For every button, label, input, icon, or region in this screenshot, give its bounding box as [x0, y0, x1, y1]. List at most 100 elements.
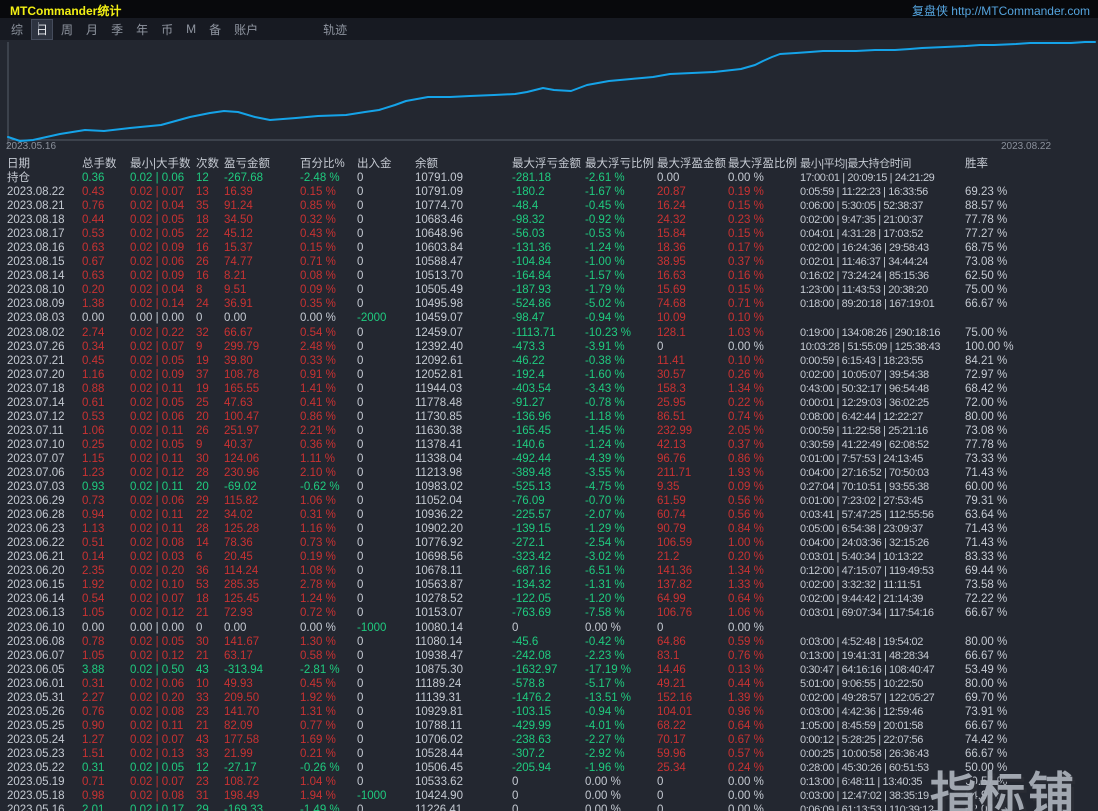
cell-5: 1.41 % [300, 382, 357, 396]
table-row[interactable]: 2023.06.053.880.02 | 0.5043-313.94-2.81 … [0, 663, 1098, 677]
table-row[interactable]: 2023.07.071.150.02 | 0.1130124.061.11 %0… [0, 452, 1098, 466]
table-row[interactable]: 2023.08.220.430.02 | 0.071316.390.15 %01… [0, 185, 1098, 199]
table-row[interactable]: 持仓0.360.02 | 0.0612-267.68-2.48 %010791.… [0, 171, 1098, 185]
table-row[interactable]: 2023.07.120.530.02 | 0.0620100.470.86 %0… [0, 410, 1098, 424]
cell-5: 0.08 % [300, 269, 357, 283]
cell-9: -1.60 % [585, 368, 657, 382]
tab-周[interactable]: 周 [56, 19, 78, 40]
tab-年[interactable]: 年 [131, 19, 153, 40]
cell-0: 2023.08.09 [7, 297, 82, 311]
cell-4: 230.96 [224, 466, 300, 480]
cell-4: -69.02 [224, 480, 300, 494]
cell-0: 2023.07.26 [7, 340, 82, 354]
cell-7: 10495.98 [415, 297, 512, 311]
cell-1: 1.38 [82, 297, 130, 311]
table-row[interactable]: 2023.06.290.730.02 | 0.0629115.821.06 %0… [0, 494, 1098, 508]
table-row[interactable]: 2023.08.180.440.02 | 0.051834.500.32 %01… [0, 213, 1098, 227]
cell-9: -1.45 % [585, 424, 657, 438]
table-row[interactable]: 2023.08.140.630.02 | 0.09168.210.08 %010… [0, 269, 1098, 283]
cell-10: 158.3 [657, 382, 728, 396]
cell-2: 0.02 | 0.09 [130, 368, 196, 382]
tab-日[interactable]: 日 [31, 19, 53, 40]
cell-0: 2023.08.18 [7, 213, 82, 227]
cell-4: 39.80 [224, 354, 300, 368]
cell-1: 0.76 [82, 705, 130, 719]
tab-综[interactable]: 综 [6, 19, 28, 40]
cell-3: 16 [196, 269, 224, 283]
table-row[interactable]: 2023.07.030.930.02 | 0.1120-69.02-0.62 %… [0, 480, 1098, 494]
cell-12: 0:04:00 | 27:16:52 | 70:50:03 [800, 466, 965, 480]
cell-13: 73.08 % [965, 255, 1098, 269]
table-row[interactable]: 2023.07.260.340.02 | 0.079299.792.48 %01… [0, 340, 1098, 354]
table-row[interactable]: 2023.06.071.050.02 | 0.122163.170.58 %01… [0, 649, 1098, 663]
table-row[interactable]: 2023.05.260.760.02 | 0.0823141.701.31 %0… [0, 705, 1098, 719]
cell-5: 0.15 % [300, 185, 357, 199]
table-row[interactable]: 2023.06.140.540.02 | 0.0718125.451.24 %0… [0, 592, 1098, 606]
table-row[interactable]: 2023.06.280.940.02 | 0.112234.020.31 %01… [0, 508, 1098, 522]
table-row[interactable]: 2023.08.210.760.02 | 0.043591.240.85 %01… [0, 199, 1098, 213]
table-row[interactable]: 2023.08.030.000.00 | 0.0000.000.00 %-200… [0, 311, 1098, 325]
tab-账户[interactable]: 账户 [229, 19, 263, 40]
cell-4: 16.39 [224, 185, 300, 199]
table-row[interactable]: 2023.05.241.270.02 | 0.0743177.581.69 %0… [0, 733, 1098, 747]
table-row[interactable]: 2023.07.140.610.02 | 0.052547.630.41 %01… [0, 396, 1098, 410]
table-row[interactable]: 2023.05.250.900.02 | 0.112182.090.77 %01… [0, 719, 1098, 733]
tab-月[interactable]: 月 [81, 19, 103, 40]
table-row[interactable]: 2023.06.202.350.02 | 0.2036114.241.08 %0… [0, 564, 1098, 578]
table-row[interactable]: 2023.06.210.140.02 | 0.03620.450.19 %010… [0, 550, 1098, 564]
cell-12: 0:43:00 | 50:32:17 | 96:54:48 [800, 382, 965, 396]
title-bar: MTCommander统计 复盘侠 http://MTCommander.com [0, 0, 1098, 18]
cell-0: 2023.08.14 [7, 269, 82, 283]
table-row[interactable]: 2023.06.080.780.02 | 0.0530141.671.30 %0… [0, 635, 1098, 649]
table-row[interactable]: 2023.07.180.880.02 | 0.1119165.551.41 %0… [0, 382, 1098, 396]
table-row[interactable]: 2023.08.160.630.02 | 0.091615.370.15 %01… [0, 241, 1098, 255]
table-row[interactable]: 2023.07.100.250.02 | 0.05940.370.36 %011… [0, 438, 1098, 452]
table-row[interactable]: 2023.07.061.230.02 | 0.1228230.962.10 %0… [0, 466, 1098, 480]
tab-备[interactable]: 备 [204, 19, 226, 40]
tab-M[interactable]: M [181, 20, 201, 38]
cell-6: 0 [357, 733, 415, 747]
table-row[interactable]: 2023.08.091.380.02 | 0.142436.910.35 %01… [0, 297, 1098, 311]
cell-0: 2023.07.07 [7, 452, 82, 466]
cell-8: -578.8 [512, 677, 585, 691]
table-row[interactable]: 2023.06.151.920.02 | 0.1053285.352.78 %0… [0, 578, 1098, 592]
brand-link[interactable]: 复盘侠 http://MTCommander.com [912, 2, 1090, 19]
table-row[interactable]: 2023.08.100.200.02 | 0.0489.510.09 %0105… [0, 283, 1098, 297]
table-row[interactable]: 2023.08.150.670.02 | 0.062674.770.71 %01… [0, 255, 1098, 269]
table-row[interactable]: 2023.07.111.060.02 | 0.1126251.972.21 %0… [0, 424, 1098, 438]
table-row[interactable]: 2023.05.312.270.02 | 0.2033209.501.92 %0… [0, 691, 1098, 705]
table-row[interactable]: 2023.06.220.510.02 | 0.081478.360.73 %01… [0, 536, 1098, 550]
cell-12: 0:06:00 | 5:30:05 | 52:38:37 [800, 199, 965, 213]
cell-5: 1.30 % [300, 635, 357, 649]
tab-币[interactable]: 币 [156, 19, 178, 40]
cell-12: 0:02:00 | 3:32:32 | 11:11:51 [800, 578, 965, 592]
cell-2: 0.02 | 0.11 [130, 522, 196, 536]
table-row[interactable]: 2023.06.100.000.00 | 0.0000.000.00 %-100… [0, 621, 1098, 635]
table-row[interactable]: 2023.07.201.160.02 | 0.0937108.780.91 %0… [0, 368, 1098, 382]
cell-4: 34.02 [224, 508, 300, 522]
cell-9: -10.23 % [585, 326, 657, 340]
table-row[interactable]: 2023.08.022.740.02 | 0.223266.670.54 %01… [0, 326, 1098, 340]
table-row[interactable]: 2023.07.210.450.02 | 0.051939.800.33 %01… [0, 354, 1098, 368]
table-row[interactable]: 2023.06.131.050.02 | 0.122172.930.72 %01… [0, 606, 1098, 620]
cell-9: -4.01 % [585, 719, 657, 733]
column-header-11: 最大浮盈比例 [728, 157, 800, 171]
cell-2: 0.02 | 0.22 [130, 326, 196, 340]
cell-5: 0.77 % [300, 719, 357, 733]
cell-0: 2023.08.02 [7, 326, 82, 340]
cell-13: 83.33 % [965, 550, 1098, 564]
cell-4: 108.78 [224, 368, 300, 382]
table-row[interactable]: 2023.06.010.310.02 | 0.061049.930.45 %01… [0, 677, 1098, 691]
table-row[interactable]: 2023.06.231.130.02 | 0.1128125.281.16 %0… [0, 522, 1098, 536]
cell-2: 0.02 | 0.06 [130, 255, 196, 269]
cell-2: 0.02 | 0.12 [130, 466, 196, 480]
cell-0: 2023.08.10 [7, 283, 82, 297]
cell-0: 2023.07.14 [7, 396, 82, 410]
table-row[interactable]: 2023.08.170.530.02 | 0.052245.120.43 %01… [0, 227, 1098, 241]
cell-3: 21 [196, 649, 224, 663]
tab-轨迹[interactable]: 轨迹 [318, 19, 352, 40]
cell-8: -134.32 [512, 578, 585, 592]
cell-4: 15.37 [224, 241, 300, 255]
cell-11: 1.06 % [728, 606, 800, 620]
tab-季[interactable]: 季 [106, 19, 128, 40]
